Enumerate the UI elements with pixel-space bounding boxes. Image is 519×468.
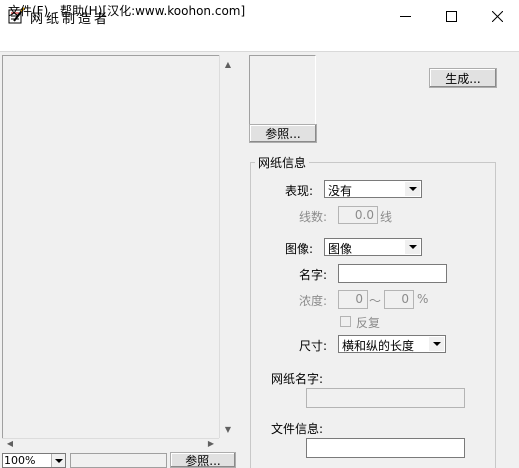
menu-bar	[0, 32, 519, 52]
browse-button-preview[interactable]: 参照...	[249, 124, 317, 143]
density-unit: %	[417, 292, 429, 306]
reverse-checkbox[interactable]	[340, 316, 351, 327]
chevron-up-icon: ▲	[224, 59, 232, 69]
horizontal-scrollbar[interactable]	[2, 438, 219, 451]
size-label: 尺寸:	[299, 339, 328, 353]
density-to-value: 0	[401, 292, 409, 306]
scroll-down-button[interactable]: ▼	[220, 421, 236, 437]
image-select[interactable]: 图像	[324, 238, 422, 256]
file-info-label: 文件信息:	[271, 422, 324, 436]
net-name-label: 网纸名字:	[271, 372, 324, 386]
dropdown-arrow-icon	[408, 187, 417, 191]
expression-label: 表现:	[285, 184, 314, 198]
density-from-value: 0	[355, 292, 363, 306]
dropdown-arrow-icon	[408, 245, 417, 249]
close-icon	[491, 10, 503, 22]
dropdown-arrow-icon	[54, 458, 63, 463]
image-dropdown-button[interactable]	[405, 240, 420, 254]
maximize-icon	[445, 10, 457, 22]
chevron-left-icon: ◀	[6, 439, 14, 448]
zoom-dropdown-button[interactable]	[51, 454, 65, 467]
reverse-label: 反复	[356, 316, 381, 330]
name-input[interactable]	[338, 264, 447, 283]
density-from-field: 0	[338, 290, 368, 309]
minimize-button[interactable]	[382, 0, 428, 32]
file-info-field[interactable]	[306, 438, 465, 458]
canvas-pane[interactable]	[2, 55, 236, 451]
lines-label: 线数:	[299, 210, 328, 224]
scroll-up-button[interactable]: ▲	[220, 56, 236, 72]
lines-value: 0.0	[354, 208, 374, 222]
maximize-button[interactable]	[428, 0, 474, 32]
lines-unit: 线	[380, 210, 393, 224]
image-value: 图像	[328, 242, 353, 256]
chevron-down-icon: ▼	[224, 424, 232, 434]
size-dropdown-button[interactable]	[429, 337, 444, 351]
expression-dropdown-button[interactable]	[405, 182, 420, 196]
vertical-scrollbar[interactable]	[219, 55, 236, 438]
browse-button-bottom[interactable]: 参照...	[170, 452, 236, 468]
generate-button[interactable]: 生成...	[429, 68, 497, 88]
preview-box	[249, 55, 316, 125]
density-separator: ～	[369, 294, 382, 308]
expression-select[interactable]: 没有	[324, 180, 422, 198]
net-name-field	[306, 388, 465, 408]
scroll-right-button[interactable]: ▶	[204, 436, 218, 451]
minimize-icon	[399, 15, 411, 17]
chevron-right-icon: ▶	[207, 439, 215, 448]
image-label: 图像:	[285, 242, 314, 256]
lines-field: 0.0	[338, 206, 378, 224]
name-label: 名字:	[299, 268, 328, 282]
scrollbar-corner	[219, 438, 236, 451]
scroll-left-button[interactable]: ◀	[3, 436, 17, 451]
density-to-field: 0	[384, 290, 414, 309]
dropdown-arrow-icon	[432, 342, 441, 346]
zoom-value: 100%	[4, 454, 36, 467]
density-label: 浓度:	[299, 294, 328, 308]
size-value: 横和纵的长度	[342, 339, 415, 353]
menu-file[interactable]: 文件(F)	[8, 2, 48, 19]
size-select[interactable]: 横和纵的长度	[338, 335, 446, 353]
group-title: 网纸信息	[255, 154, 310, 171]
expression-value: 没有	[328, 184, 353, 198]
close-button[interactable]	[474, 0, 519, 32]
menu-help[interactable]: 帮助(H)[汉化:www.koohon.com]	[60, 2, 245, 19]
path-field	[70, 453, 167, 468]
